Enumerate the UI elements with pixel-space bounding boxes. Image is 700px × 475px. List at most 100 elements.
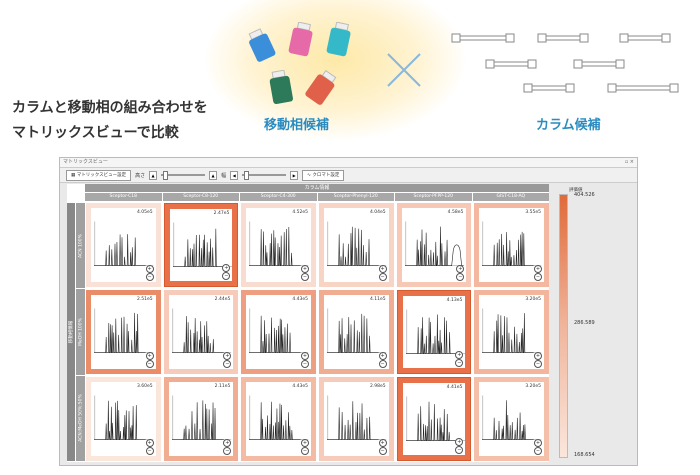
width-label: 幅 bbox=[221, 172, 227, 179]
chromatogram-line bbox=[94, 234, 146, 266]
chromatogram-settings-label: クロマト設定 bbox=[312, 172, 340, 178]
zoom-in-icon[interactable]: + bbox=[300, 352, 309, 360]
height-spin-icon[interactable]: ▲ bbox=[209, 170, 218, 180]
zoom-out-icon[interactable]: − bbox=[300, 360, 309, 368]
zoom-out-icon[interactable]: − bbox=[223, 360, 232, 368]
row-header-label: ACN:MeOH 50%:50% bbox=[78, 394, 83, 443]
matrix-cell[interactable]: 4.58e5 + − bbox=[396, 203, 472, 287]
matrix-cell[interactable]: 2.47e5 + − bbox=[163, 203, 239, 287]
zoom-in-icon[interactable]: + bbox=[145, 439, 154, 447]
zoom-in-icon[interactable]: + bbox=[378, 439, 387, 447]
width-slider-handle[interactable] bbox=[244, 171, 250, 180]
zoom-out-icon[interactable]: − bbox=[533, 273, 542, 281]
zoom-out-icon[interactable]: − bbox=[145, 360, 154, 368]
row-header-label: ACN 100% bbox=[78, 233, 83, 258]
zoom-in-icon[interactable]: + bbox=[533, 352, 542, 360]
cross-icon bbox=[387, 53, 421, 87]
zoom-out-icon[interactable]: − bbox=[456, 273, 465, 281]
chromatogram-thumbnail: 4.43e5 + − bbox=[246, 382, 311, 456]
legend-max: 404.526 bbox=[574, 192, 595, 198]
matrix-cell[interactable]: 2.51e5 + − bbox=[86, 290, 161, 374]
chromatogram-trace bbox=[171, 395, 231, 440]
matrix-cell[interactable]: 2.44e5 + − bbox=[163, 290, 239, 374]
matrix-cell[interactable]: 4.52e5 + − bbox=[241, 203, 316, 287]
close-icon[interactable]: × bbox=[630, 159, 634, 165]
chromatogram-trace bbox=[94, 395, 154, 440]
chromatogram-thumbnail: 4.52e5 + − bbox=[246, 208, 311, 282]
mobile-phase-caption: 移動相候補 bbox=[264, 118, 330, 133]
chromatogram-trace bbox=[404, 221, 464, 266]
matrix-cell[interactable]: 3.55e5 + − bbox=[474, 203, 549, 287]
matrix-cell[interactable]: 2.98e5 + − bbox=[318, 377, 394, 461]
chromatogram-axis bbox=[405, 221, 464, 266]
zoom-out-icon[interactable]: − bbox=[533, 447, 542, 455]
row-header-label: MeOH 100% bbox=[78, 318, 83, 346]
zoom-out-icon[interactable]: − bbox=[300, 273, 309, 281]
zoom-out-icon[interactable]: − bbox=[145, 447, 154, 455]
chromatogram-line bbox=[482, 400, 534, 440]
zoom-in-icon[interactable]: + bbox=[378, 352, 387, 360]
matrix-cell[interactable]: 3.20e5 + − bbox=[474, 377, 549, 461]
matrix-cell[interactable]: 4.43e5 + − bbox=[241, 377, 316, 461]
matrix-settings-button[interactable]: ▦ マトリックスビュー設定 bbox=[66, 169, 132, 181]
restore-icon[interactable]: ▫ bbox=[625, 159, 628, 165]
zoom-out-icon[interactable]: − bbox=[222, 272, 231, 280]
legend-mid: 286.589 bbox=[574, 320, 595, 326]
zoom-in-icon[interactable]: + bbox=[145, 265, 154, 273]
legend-color-scale bbox=[559, 194, 568, 458]
score-legend: 評価値 404.526 286.589 168.654 bbox=[555, 184, 633, 464]
chromatogram-thumbnail: 3.60e5 + − bbox=[91, 382, 156, 456]
chromatogram-line bbox=[482, 231, 534, 266]
zoom-in-icon[interactable]: + bbox=[533, 265, 542, 273]
zoom-out-icon[interactable]: − bbox=[378, 447, 387, 455]
zoom-out-icon[interactable]: − bbox=[378, 273, 387, 281]
zoom-out-icon[interactable]: − bbox=[455, 359, 464, 367]
zoom-out-icon[interactable]: − bbox=[455, 446, 464, 454]
matrix-cell[interactable]: 4.13e5 + − bbox=[396, 290, 472, 374]
chromatogram-line bbox=[249, 315, 301, 353]
chromatogram-trace bbox=[482, 308, 542, 353]
zoom-in-icon[interactable]: + bbox=[300, 439, 309, 447]
row-header: MeOH 100% bbox=[76, 289, 85, 375]
matrix-cell[interactable]: 4.41e5 + − bbox=[396, 377, 472, 461]
height-slider-handle[interactable] bbox=[163, 171, 169, 180]
height-spin-icon[interactable]: ▲ bbox=[149, 170, 158, 180]
chromatogram-trace bbox=[482, 395, 542, 440]
width-spin-icon[interactable]: ▶ bbox=[290, 170, 299, 180]
matrix-settings-label: マトリックスビュー設定 bbox=[76, 172, 127, 178]
chromatogram-line bbox=[249, 227, 301, 266]
chromatogram-thumbnail: 3.20e5 + − bbox=[479, 382, 544, 456]
matrix-cell[interactable]: 4.11e5 + − bbox=[318, 290, 394, 374]
width-spin-icon[interactable]: ◀ bbox=[230, 170, 239, 180]
zoom-out-icon[interactable]: − bbox=[223, 447, 232, 455]
row-header: ACN:MeOH 50%:50% bbox=[76, 375, 85, 461]
matrix-cell[interactable]: 4.43e5 + − bbox=[241, 290, 316, 374]
chromatogram-line bbox=[405, 314, 458, 354]
zoom-in-icon[interactable]: + bbox=[300, 265, 309, 273]
chromatogram-settings-button[interactable]: ∿ クロマト設定 bbox=[302, 169, 345, 181]
zoom-out-icon[interactable]: − bbox=[145, 273, 154, 281]
chromatogram-trace bbox=[171, 308, 231, 353]
window-title: マトリックスビュー bbox=[63, 159, 108, 165]
matrix-cell[interactable]: 3.20e5 + − bbox=[474, 290, 549, 374]
matrix-cell[interactable]: 3.60e5 + − bbox=[86, 377, 161, 461]
matrix-cell[interactable]: 2.11e5 + − bbox=[163, 377, 239, 461]
chromatogram-thumbnail: 3.20e5 + − bbox=[479, 295, 544, 369]
zoom-out-icon[interactable]: − bbox=[300, 447, 309, 455]
row-headers: ACN 100% MeOH 100% ACN:MeOH 50%:50% bbox=[76, 203, 85, 461]
width-slider[interactable] bbox=[242, 171, 287, 180]
zoom-out-icon[interactable]: − bbox=[378, 360, 387, 368]
zoom-in-icon[interactable]: + bbox=[533, 439, 542, 447]
zoom-in-icon[interactable]: + bbox=[145, 352, 154, 360]
chromatogram-trace bbox=[94, 308, 154, 353]
matrix-cell[interactable]: 4.05e5 + − bbox=[86, 203, 161, 287]
height-slider[interactable] bbox=[161, 171, 206, 180]
zoom-out-icon[interactable]: − bbox=[533, 360, 542, 368]
headline-line-2: マトリックスビューで比較 bbox=[12, 125, 179, 141]
zoom-in-icon[interactable]: + bbox=[378, 265, 387, 273]
chromatogram-trace bbox=[326, 308, 387, 353]
matrix-cell[interactable]: 4.04e5 + − bbox=[318, 203, 394, 287]
solvent-bottle-icon bbox=[305, 70, 337, 105]
chromatogram-thumbnail: 2.44e5 + − bbox=[168, 295, 234, 369]
column-headers: Sceptor-C18 Sceptor-C8-120 Sceptor-C4-300 S… bbox=[85, 193, 549, 201]
